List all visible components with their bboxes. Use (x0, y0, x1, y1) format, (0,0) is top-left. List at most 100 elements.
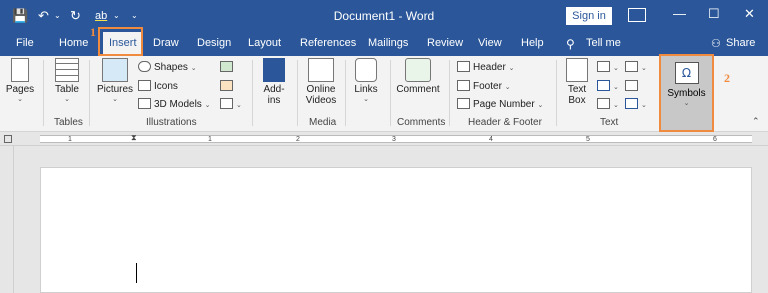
divider (449, 60, 450, 126)
tell-me-search[interactable]: Tell me (586, 37, 621, 49)
table-label: Table (55, 84, 79, 95)
shapes-button[interactable]: Shapes ⌄ (138, 61, 197, 73)
3d-models-button[interactable]: 3D Models ⌄ (138, 98, 210, 110)
divider (345, 60, 346, 126)
comment-label: Comment (396, 84, 440, 95)
text-box-icon (566, 58, 588, 82)
lightbulb-icon[interactable]: ⚲ (566, 37, 575, 51)
add-ins-icon (263, 58, 285, 82)
group-label-comments: Comments (397, 117, 446, 128)
tab-home[interactable]: Home (59, 37, 88, 49)
chevron-down-icon: ⌄ (363, 96, 369, 103)
smartart-icon[interactable] (220, 61, 236, 73)
step-one-label: 1 (90, 25, 96, 39)
add-ins-label-2: ins (267, 95, 281, 106)
chevron-down-icon: ⌄ (112, 96, 118, 103)
video-icon (308, 58, 334, 82)
text-box-button[interactable]: Text Box (562, 58, 592, 106)
table-button[interactable]: Table ⌄ (52, 58, 82, 103)
group-label-header-footer: Header & Footer (468, 117, 542, 128)
shapes-icon (138, 61, 151, 72)
maximize-icon[interactable]: ☐ (708, 6, 720, 22)
divider (252, 60, 253, 126)
insert-tab-highlight (98, 27, 143, 56)
object-icon[interactable]: ⌄ (625, 98, 647, 110)
horizontal-ruler[interactable]: 1 1 2 3 4 5 6 ⧗ (0, 132, 768, 146)
screenshot-icon[interactable]: ⌄ (220, 98, 242, 110)
window-title: Document1 - Word (333, 9, 435, 23)
drop-cap-icon[interactable]: ⌄ (597, 98, 619, 110)
date-time-icon[interactable] (625, 80, 641, 92)
links-button[interactable]: Links ⌄ (350, 58, 382, 103)
tab-design[interactable]: Design (197, 37, 231, 49)
tab-help[interactable]: Help (521, 37, 544, 49)
icons-icon (138, 80, 151, 91)
ruler-bar (40, 135, 752, 143)
indent-marker-icon[interactable]: ⧗ (131, 133, 137, 143)
share-icon[interactable]: ⚇ (711, 37, 721, 50)
comment-button[interactable]: Comment (394, 58, 442, 95)
document-page[interactable] (40, 167, 752, 293)
tab-review[interactable]: Review (427, 37, 463, 49)
pages-icon (11, 58, 29, 82)
symbols-label: Symbols (667, 88, 706, 99)
wordart-icon[interactable]: ⌄ (597, 80, 619, 92)
chevron-down-icon: ⌄ (17, 96, 23, 103)
tab-references[interactable]: References (300, 37, 356, 49)
footer-icon (457, 80, 470, 91)
ruler-tick: 2 (296, 136, 300, 143)
pictures-button[interactable]: Pictures ⌄ (96, 58, 134, 103)
picture-icon (102, 58, 128, 82)
online-videos-button[interactable]: Online Videos (302, 58, 340, 106)
icons-button[interactable]: Icons (138, 80, 178, 92)
tab-mailings[interactable]: Mailings (368, 37, 408, 49)
omega-icon: Ω (674, 62, 699, 84)
close-icon[interactable]: ✕ (744, 6, 755, 22)
table-icon (55, 58, 79, 82)
divider (43, 60, 44, 126)
tab-file[interactable]: File (16, 37, 34, 49)
share-button[interactable]: Share (726, 37, 755, 49)
divider (297, 60, 298, 126)
divider (556, 60, 557, 126)
tab-layout[interactable]: Layout (248, 37, 281, 49)
pages-label: Pages (5, 84, 35, 95)
header-icon (457, 61, 470, 72)
chevron-down-icon: ⌄ (64, 96, 70, 103)
online-label: Online (306, 84, 336, 95)
footer-button[interactable]: Footer ⌄ (457, 80, 511, 92)
ruler-tick: 1 (208, 136, 212, 143)
videos-label: Videos (305, 95, 337, 106)
ruler-tick: 5 (586, 136, 590, 143)
chart-icon[interactable] (220, 80, 236, 92)
symbols-button[interactable]: Ω Symbols ⌄ (659, 54, 714, 132)
add-ins-label: Add- (263, 84, 285, 95)
divider (390, 60, 391, 126)
step-two-label: 2 (724, 71, 730, 85)
tab-view[interactable]: View (478, 37, 502, 49)
header-button[interactable]: Header ⌄ (457, 61, 514, 73)
page-number-button[interactable]: Page Number ⌄ (457, 98, 543, 110)
text-box-label-2: Box (568, 95, 586, 106)
ruler-tick: 6 (713, 136, 717, 143)
tab-selector-icon[interactable] (4, 135, 12, 143)
signature-line-icon[interactable]: ⌄ (625, 61, 647, 73)
ruler-tick: 3 (392, 136, 396, 143)
cube-icon (138, 98, 151, 109)
minimize-icon[interactable]: — (673, 6, 686, 21)
group-label-tables: Tables (54, 117, 83, 128)
ruler-tick: 1 (68, 136, 72, 143)
link-icon (355, 58, 377, 82)
links-label: Links (354, 84, 378, 95)
quick-parts-icon[interactable]: ⌄ (597, 61, 619, 73)
tab-draw[interactable]: Draw (153, 37, 179, 49)
pages-button[interactable]: Pages ⌄ (5, 58, 35, 103)
group-label-media: Media (309, 117, 337, 128)
collapse-ribbon-icon[interactable]: ⌃ (752, 116, 760, 127)
pictures-label: Pictures (96, 84, 134, 95)
sign-in-button[interactable]: Sign in (566, 7, 612, 25)
add-ins-button[interactable]: Add- ins (259, 58, 289, 106)
vertical-ruler[interactable] (0, 146, 14, 293)
comment-icon (405, 58, 431, 82)
ribbon-display-icon[interactable] (628, 8, 646, 22)
